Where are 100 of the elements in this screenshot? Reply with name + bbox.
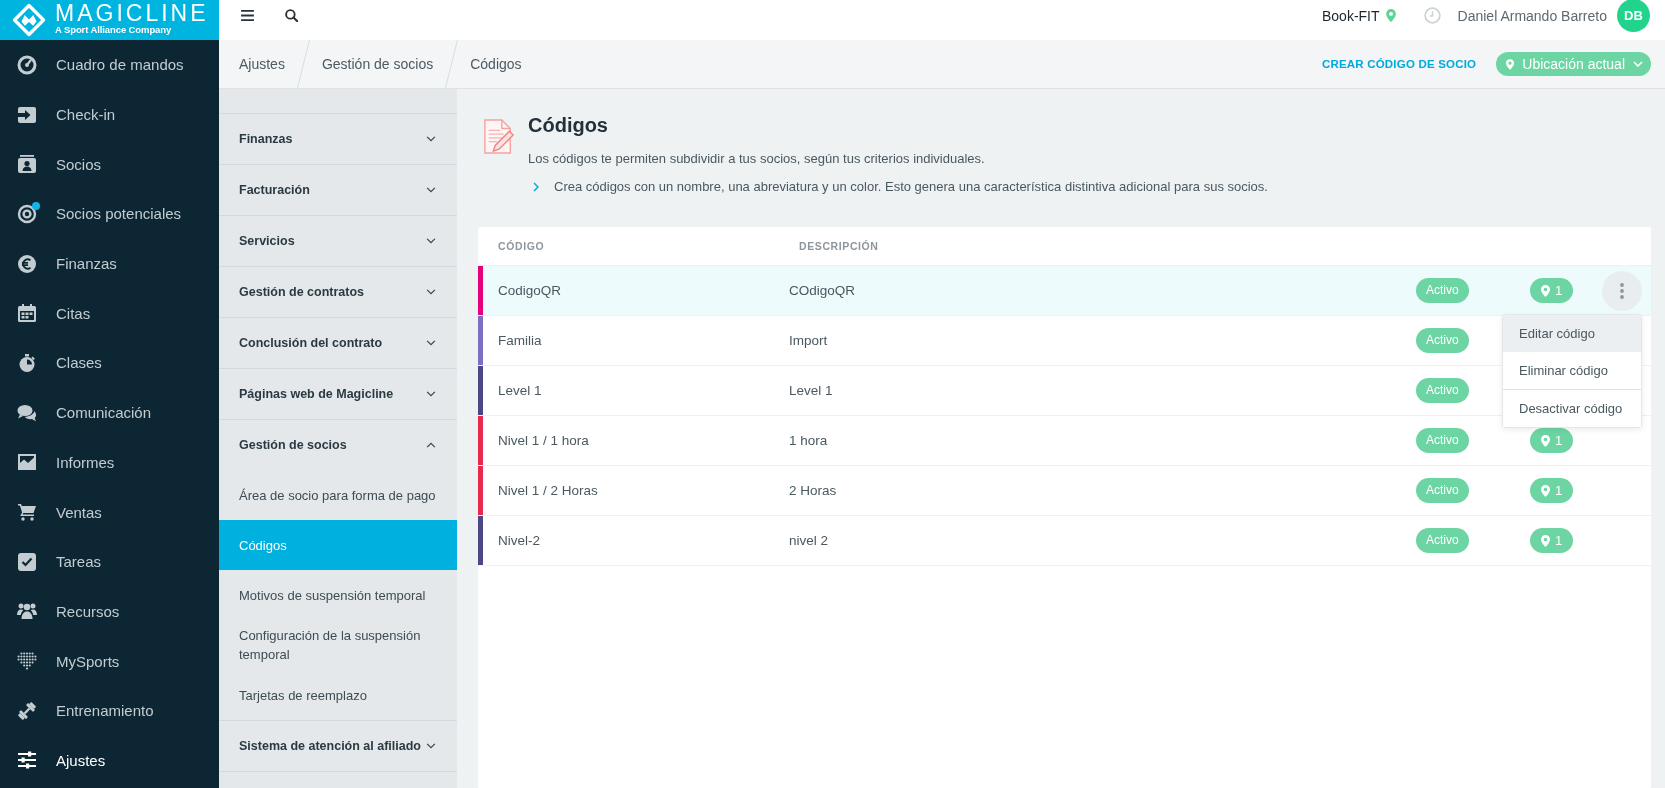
location-count: 1 xyxy=(1555,533,1563,548)
logo-tagline: A Sport Alliance Company xyxy=(55,23,173,36)
chevron-up-icon xyxy=(426,442,436,448)
pin-icon xyxy=(1541,534,1550,547)
chevron-down-icon xyxy=(426,743,436,749)
description-text: 1 hora xyxy=(789,433,829,448)
target-icon xyxy=(17,203,37,224)
location-count: 1 xyxy=(1555,433,1563,448)
nav-item[interactable]: Socios potenciales xyxy=(0,189,219,239)
check-square-icon xyxy=(17,551,37,572)
settings-item[interactable]: Área de socio para forma de pago xyxy=(219,470,457,520)
nav-item[interactable]: MySports xyxy=(0,636,219,686)
code-text: Nivel 1 / 2 Horas xyxy=(497,483,599,498)
chevron-right-icon xyxy=(533,181,539,192)
chevron-down-icon xyxy=(426,187,436,193)
pin-icon xyxy=(1385,9,1396,22)
diamond-logo-icon[interactable] xyxy=(12,3,46,37)
status-badge: Activo xyxy=(1416,278,1469,303)
nav-item[interactable]: Tareas xyxy=(0,536,219,587)
euro-icon xyxy=(17,253,37,274)
clock-icon[interactable] xyxy=(1423,7,1441,24)
area-chart-icon xyxy=(17,452,37,473)
menu-item[interactable]: Desactivar código xyxy=(1503,390,1641,427)
hint-text: Crea códigos con un nombre, una abreviatura y un color. Esto genera una característica distintiva adicional para sus socios. xyxy=(554,178,1268,196)
location-count: 1 xyxy=(1555,283,1563,298)
description-text: Level 1 xyxy=(789,383,834,398)
settings-section[interactable]: Conclusión del contrato xyxy=(219,318,457,368)
code-text: CodigoQR xyxy=(497,283,563,298)
settings-section[interactable]: Gestión de contratos xyxy=(219,267,457,317)
nav-item[interactable]: Ajustes xyxy=(0,735,219,786)
nav-item[interactable]: Recursos xyxy=(0,586,219,637)
code-text: Familia xyxy=(497,333,543,348)
settings-item[interactable]: Tarjetas de reemplazo xyxy=(219,670,457,720)
settings-section[interactable]: Páginas web de Magicline xyxy=(219,369,457,419)
logo-wordmark: MAGICLINE xyxy=(55,1,209,24)
users-icon xyxy=(17,601,37,622)
nav-item[interactable]: Entrenamiento xyxy=(0,685,219,736)
chevron-down-icon xyxy=(426,340,436,346)
description-text: COdigoQR xyxy=(789,283,857,298)
breadcrumb-current: Códigos xyxy=(470,55,522,74)
code-text: Level 1 xyxy=(497,383,543,398)
status-badge: Activo xyxy=(1416,528,1469,553)
location-count: 1 xyxy=(1555,483,1563,498)
contact-card-icon xyxy=(17,154,37,175)
page-title: Códigos xyxy=(528,113,609,137)
menu-icon[interactable] xyxy=(241,10,254,21)
menu-item[interactable]: Eliminar código xyxy=(1503,352,1641,389)
menu-item[interactable]: Editar código xyxy=(1503,315,1641,352)
pin-icon xyxy=(1541,434,1550,447)
studio-name[interactable]: Book-FIT xyxy=(1322,7,1380,24)
description-text: Import xyxy=(789,333,829,348)
settings-section[interactable]: Sistema de atención al afiliado xyxy=(219,721,457,771)
dots-grid-icon xyxy=(17,651,37,672)
settings-section[interactable]: Facturación xyxy=(219,165,457,215)
pin-icon xyxy=(1541,284,1550,297)
chevron-down-icon xyxy=(426,136,436,142)
caret-icon xyxy=(1633,61,1643,67)
nav-item[interactable]: Informes xyxy=(0,437,219,488)
chevron-down-icon xyxy=(426,289,436,295)
settings-item[interactable]: Motivos de suspensión temporal xyxy=(219,570,457,620)
code-text: Nivel-2 xyxy=(497,533,541,548)
nav-item[interactable]: Clases xyxy=(0,338,219,388)
calendar-icon xyxy=(17,303,37,324)
settings-section[interactable]: Servicios xyxy=(219,216,457,266)
breadcrumb-link[interactable]: Ajustes xyxy=(239,40,285,88)
chevron-down-icon xyxy=(426,238,436,244)
description-text: nivel 2 xyxy=(789,533,830,548)
breadcrumb-link[interactable]: Gestión de socios xyxy=(321,40,434,88)
dumbbell-icon xyxy=(17,700,37,721)
nav-item[interactable]: Finanzas xyxy=(0,238,219,289)
settings-item[interactable]: Configuración de la suspensión temporal xyxy=(219,620,457,670)
settings-section[interactable]: Finanzas xyxy=(219,114,457,164)
status-badge: Activo xyxy=(1416,378,1469,403)
column-header: DESCRIPCIÓN xyxy=(799,240,879,252)
nav-item[interactable]: Check-in xyxy=(0,89,219,140)
nav-item[interactable]: Ventas xyxy=(0,487,219,537)
column-header: CÓDIGO xyxy=(498,240,546,252)
chat-bubbles-icon xyxy=(17,402,37,423)
vertical-dots-icon xyxy=(1620,282,1624,299)
status-badge: Activo xyxy=(1416,478,1469,503)
gauge-icon xyxy=(17,54,37,75)
user-name[interactable]: Daniel Armando Barreto xyxy=(1457,7,1607,24)
arrow-into-box-icon xyxy=(17,104,37,125)
nav-item[interactable]: Comunicación xyxy=(0,387,219,438)
settings-section[interactable]: Gestión de socios xyxy=(219,420,457,470)
nav-item[interactable]: Socios xyxy=(0,139,219,190)
nav-item[interactable]: Cuadro de mandos xyxy=(0,40,219,90)
description-text: 2 Horas xyxy=(789,483,838,498)
more-options-button[interactable] xyxy=(1602,270,1642,311)
cart-icon xyxy=(17,502,37,523)
pin-icon xyxy=(1506,58,1515,70)
search-icon[interactable] xyxy=(285,9,298,22)
page-description: Los códigos te permiten subdividir a tus socios, según tus criterios individuales. xyxy=(528,150,986,168)
chevron-down-icon xyxy=(426,391,436,397)
sliders-icon xyxy=(17,750,37,771)
pin-icon xyxy=(1541,484,1550,497)
document-pencil-icon xyxy=(483,117,515,157)
stopwatch-icon xyxy=(17,352,37,373)
nav-item[interactable]: Citas xyxy=(0,288,219,339)
code-text: Nivel 1 / 1 hora xyxy=(497,433,590,448)
